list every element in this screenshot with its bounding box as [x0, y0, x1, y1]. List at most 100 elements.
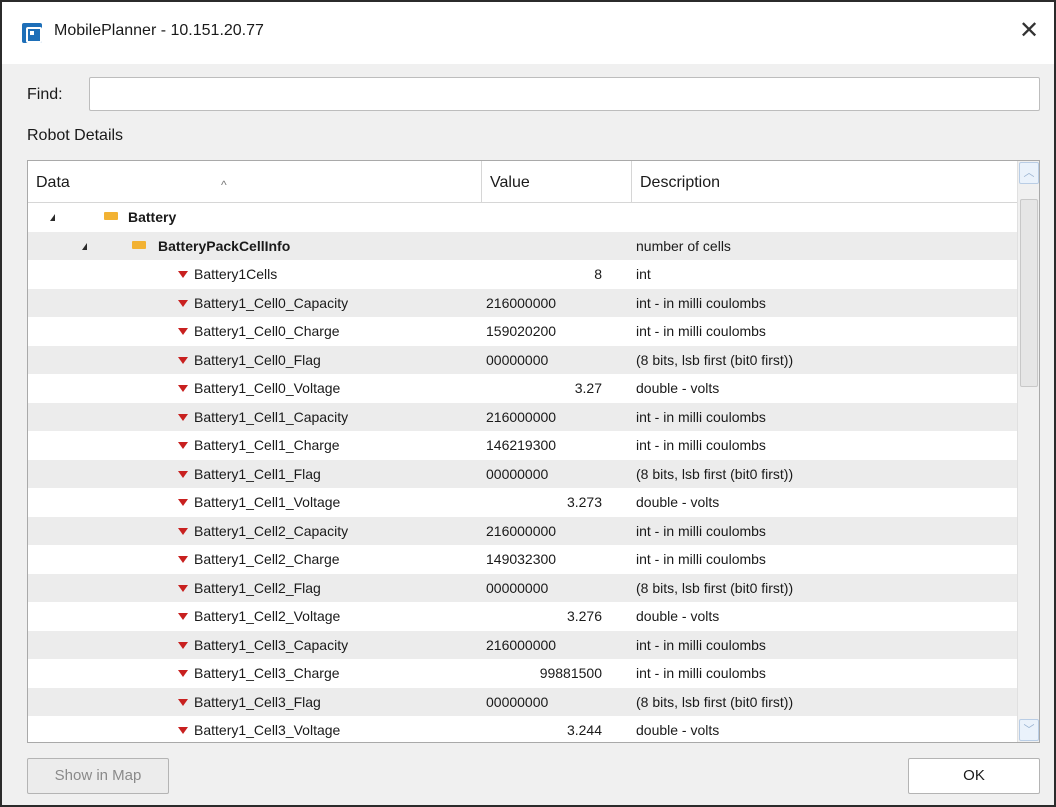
row-value: 3.244	[566, 722, 602, 738]
row-description: int - in milli coulombs	[636, 437, 766, 453]
row-name: Battery1_Cell2_Capacity	[194, 522, 349, 539]
find-label: Find:	[27, 86, 63, 103]
column-header-data[interactable]: Data ^	[28, 161, 482, 203]
row-value	[482, 203, 628, 232]
tree-row[interactable]: Battery1_Cell3_Voltage 3.244 double - volt…	[28, 716, 1018, 742]
tree-row[interactable]: Battery1_Cell3_Charge 99881500 int - in mi…	[28, 659, 1018, 688]
tree-row[interactable]: Battery1_Cell2_Voltage 3.276 double - volt…	[28, 602, 1018, 631]
tree-row[interactable]: Battery1_Cell2_Capacity 216000000 int - in…	[28, 516, 1018, 546]
row-description: int - in milli coulombs	[636, 551, 766, 567]
row-value: 216000000	[486, 522, 557, 539]
dialog-window: MobilePlanner - 10.151.20.77 ✕ Find: Rob…	[0, 0, 1056, 807]
value-marker-icon	[178, 527, 188, 535]
vertical-scrollbar[interactable]: ︿ ﹀	[1017, 161, 1039, 742]
value-marker-icon	[178, 385, 188, 392]
tree-row[interactable]: Battery1Cells 8 int	[28, 260, 1018, 289]
row-description: (8 bits, lsb first (bit0 first))	[636, 465, 794, 482]
column-header-description[interactable]: Description	[632, 161, 1018, 203]
tree-row[interactable]: Battery1_Cell3_Flag 00000000 (8 bits, lsb …	[28, 687, 1018, 716]
tree-row[interactable]: Battery1_Cell0_Flag 00000000 (8 bits, lsb …	[28, 345, 1018, 374]
column-header-value[interactable]: Value	[482, 161, 632, 203]
show-in-map-button[interactable]: Show in Map	[27, 758, 169, 794]
expanded-triangle-icon[interactable]	[82, 242, 87, 250]
window-title: MobilePlanner - 10.151.20.77	[54, 22, 264, 39]
row-value: 3.273	[566, 494, 602, 510]
tree-row[interactable]: Battery1_Cell3_Capacity 216000000 int - in…	[28, 630, 1018, 660]
row-data-cell: Battery1_Cell3_Capacity	[28, 631, 482, 660]
robot-details-label: Robot Details	[27, 127, 124, 144]
row-value: 216000000	[486, 636, 557, 653]
scrollbar-thumb[interactable]	[1020, 199, 1038, 387]
scroll-down-icon[interactable]: ﹀	[1019, 719, 1039, 741]
row-data-cell: Battery1_Cell3_Voltage	[28, 716, 482, 742]
row-description: double - volts	[636, 722, 720, 738]
title-bar: MobilePlanner - 10.151.20.77 ✕	[2, 2, 1054, 64]
sort-ascending-icon: ^	[221, 178, 227, 192]
folder-icon	[104, 212, 118, 220]
row-description: int - in milli coulombs	[636, 323, 766, 339]
row-data-cell: Battery1_Cell1_Flag	[28, 460, 482, 489]
row-name: Battery1_Cell0_Capacity	[194, 294, 349, 311]
tree-row[interactable]: Battery	[28, 203, 1018, 232]
row-description: int - in milli coulombs	[636, 408, 766, 425]
row-data-cell: Battery1_Cell2_Voltage	[28, 602, 482, 631]
value-marker-icon	[178, 584, 188, 592]
tree-row[interactable]: Battery1_Cell0_Charge 159020200 int - in m…	[28, 317, 1018, 346]
value-marker-icon	[178, 328, 188, 335]
row-value: 00000000	[486, 351, 549, 368]
row-data-cell: Battery1Cells	[28, 260, 482, 289]
row-name: Battery1_Cell1_Voltage	[194, 494, 341, 510]
tree-row[interactable]: Battery1_Cell1_Voltage 3.273 double - volt…	[28, 488, 1018, 517]
value-marker-icon	[178, 641, 188, 649]
row-value	[482, 232, 628, 261]
row-value: 216000000	[486, 408, 557, 425]
row-description: int - in milli coulombs	[636, 665, 766, 681]
row-name: Battery1_Cell0_Voltage	[194, 380, 341, 396]
row-name: Battery1_Cell0_Flag	[194, 351, 321, 368]
tree-row[interactable]: Battery1_Cell1_Flag 00000000 (8 bits, lsb …	[28, 459, 1018, 489]
row-data-cell: Battery1_Cell1_Voltage	[28, 488, 482, 517]
value-marker-icon	[178, 499, 188, 506]
expanded-triangle-icon[interactable]	[50, 214, 55, 221]
grid-header: Data ^ Value Description	[28, 161, 1018, 203]
row-description: number of cells	[636, 237, 731, 254]
row-value: 3.27	[574, 380, 602, 396]
row-data-cell: Battery1_Cell2_Charge	[28, 545, 482, 574]
row-description: int - in milli coulombs	[636, 636, 766, 653]
row-data-cell: Battery1_Cell0_Capacity	[28, 289, 482, 318]
row-name: Battery1_Cell1_Flag	[194, 465, 321, 482]
row-name: Battery1Cells	[194, 266, 278, 282]
value-marker-icon	[178, 613, 188, 620]
tree-row[interactable]: Battery1_Cell0_Capacity 216000000 int - in…	[28, 288, 1018, 318]
tree-row[interactable]: Battery1_Cell2_Flag 00000000 (8 bits, lsb …	[28, 573, 1018, 602]
tree-row[interactable]: Battery1_Cell1_Charge 146219300 int - in m…	[28, 431, 1018, 460]
ok-button[interactable]: OK	[908, 758, 1040, 794]
value-marker-icon	[178, 698, 188, 706]
row-value: 159020200	[486, 323, 557, 339]
row-data-cell: Battery1_Cell2_Capacity	[28, 517, 482, 546]
scroll-up-icon[interactable]: ︿	[1019, 162, 1039, 184]
tree-row[interactable]: Battery1_Cell0_Voltage 3.27 double - volts	[28, 374, 1018, 403]
tree-row[interactable]: Battery1_Cell1_Capacity 216000000 int - in…	[28, 402, 1018, 431]
row-value: 146219300	[486, 437, 557, 453]
tree-row[interactable]: BatteryPackCellInfo number of cells	[28, 231, 1018, 261]
row-name: Battery1_Cell3_Voltage	[194, 722, 341, 738]
row-data-cell: Battery1_Cell0_Voltage	[28, 374, 482, 403]
row-value: 149032300	[486, 551, 557, 567]
column-header-data-label: Data	[36, 174, 70, 191]
row-description: double - volts	[636, 380, 720, 396]
row-name: Battery1_Cell3_Flag	[194, 693, 321, 710]
row-description: (8 bits, lsb first (bit0 first))	[636, 351, 794, 368]
robot-details-grid: Data ^ Value Description Battery BatteryP…	[27, 160, 1040, 743]
row-description: double - volts	[636, 608, 720, 624]
value-marker-icon	[178, 356, 188, 364]
row-name: Battery1_Cell3_Charge	[194, 665, 340, 681]
close-icon[interactable]: ✕	[1014, 16, 1044, 46]
mobileplanner-app-icon	[22, 23, 42, 43]
tree-row[interactable]: Battery1_Cell2_Charge 149032300 int - in m…	[28, 545, 1018, 574]
row-name: Battery1_Cell3_Capacity	[194, 636, 349, 653]
row-name: Battery	[128, 209, 177, 225]
row-value: 00000000	[486, 693, 549, 710]
row-value: 3.276	[566, 608, 602, 624]
find-input[interactable]	[89, 77, 1040, 111]
